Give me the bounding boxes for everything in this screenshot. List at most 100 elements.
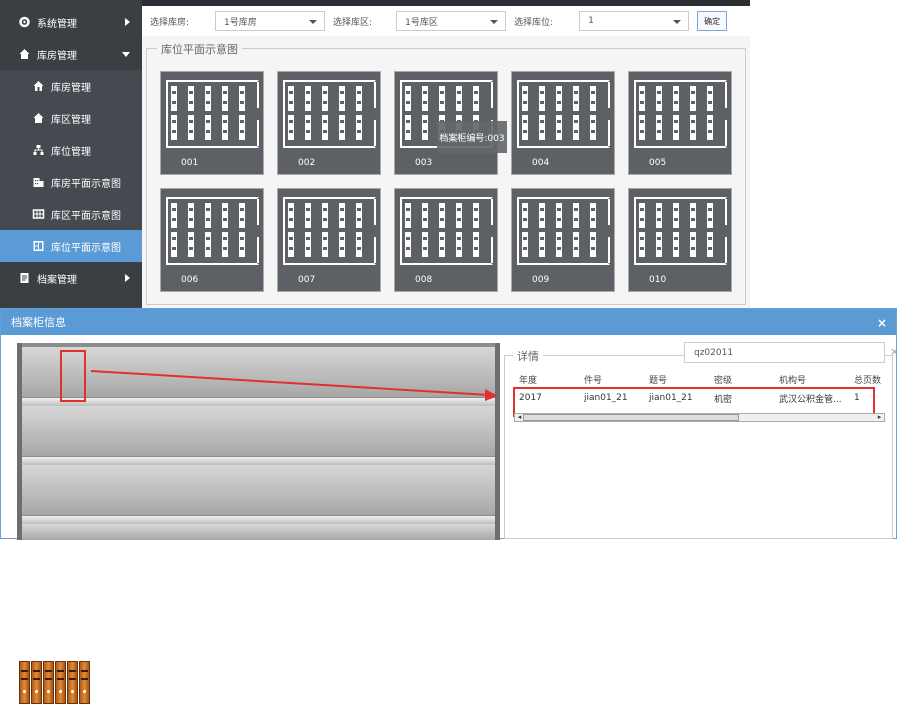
shelf-row — [22, 524, 495, 540]
cabinet-frame — [517, 197, 610, 265]
cabinet-slot — [405, 86, 411, 111]
shelf-row — [22, 347, 495, 397]
cabinet-slot — [356, 232, 362, 257]
area-select-value: 1号库区 — [405, 17, 438, 28]
slot-select[interactable]: 1 — [579, 11, 690, 31]
detail-legend: 详情 — [513, 348, 543, 364]
binder-icon[interactable] — [19, 661, 30, 704]
sidebar-item-archive[interactable]: 档案管理 — [0, 262, 142, 294]
cabinet-tile[interactable]: 010 — [628, 188, 732, 292]
cabinet-frame — [517, 80, 610, 148]
sidebar-item-slot[interactable]: 库位管理 — [0, 134, 142, 166]
cabinet-tile[interactable]: 007 — [277, 188, 381, 292]
sidebar-item-slot-map[interactable]: 库位平面示意图 — [0, 230, 142, 262]
dialog-header: 档案柜信息 — [1, 309, 896, 335]
gear-icon — [19, 16, 30, 28]
cabinet-slot — [473, 203, 479, 228]
cabinet-slot — [690, 203, 696, 228]
area-select[interactable]: 1号库区 — [396, 11, 507, 31]
cabinet-slot — [188, 232, 194, 257]
cabinet-number: 005 — [649, 158, 667, 168]
confirm-button[interactable]: 确定 — [697, 11, 728, 31]
cabinet-tile[interactable]: 004 — [511, 71, 615, 175]
table-header-row: 年度 件号 题号 密级 机构号 总页数 — [514, 372, 885, 386]
cabinet-slot — [690, 86, 696, 111]
binder-icon[interactable] — [67, 661, 78, 704]
cabinet-slot — [322, 86, 328, 111]
cabinet-number: 010 — [649, 275, 667, 285]
layout-icon — [33, 241, 44, 251]
cabinet-slot — [356, 203, 362, 228]
cabinet-slot — [573, 115, 579, 140]
cabinet-shelf-view — [17, 343, 500, 540]
cabinet-slot — [590, 232, 596, 257]
cabinet-slot — [322, 232, 328, 257]
cabinet-slot — [473, 232, 479, 257]
binder-icon[interactable] — [43, 661, 54, 704]
chevron-right-icon — [125, 274, 130, 282]
cabinet-tile[interactable]: 005 — [628, 71, 732, 175]
column-header[interactable]: 件号 — [579, 372, 644, 386]
cabinet-tile[interactable]: 006 — [160, 188, 264, 292]
cabinet-number: 003 — [415, 158, 433, 168]
cabinet-slot — [288, 86, 294, 111]
cabinet-slot — [339, 232, 345, 257]
clear-icon[interactable]: × — [890, 345, 897, 358]
column-header[interactable]: 年度 — [514, 372, 579, 386]
cabinet-slot — [522, 203, 528, 228]
cabinet-slot — [239, 203, 245, 228]
home-icon — [33, 81, 44, 91]
cabinet-slot — [590, 115, 596, 140]
sidebar-item-area[interactable]: 库区管理 — [0, 102, 142, 134]
column-header[interactable]: 总页数 — [849, 372, 885, 386]
cabinet-slot — [473, 86, 479, 111]
cabinet-slot — [356, 115, 362, 140]
scroll-right-icon[interactable]: ▸ — [875, 414, 884, 421]
binder-icon[interactable] — [31, 661, 42, 704]
cabinet-slot — [222, 203, 228, 228]
cabinet-number: 007 — [298, 275, 316, 285]
chevron-down-icon — [673, 20, 682, 24]
sidebar-item-system[interactable]: 系统管理 — [0, 6, 142, 38]
shelf-row — [22, 465, 495, 515]
cabinet-slot — [690, 115, 696, 140]
sidebar-item-label: 库位平面示意图 — [51, 242, 121, 254]
cabinet-slot — [556, 86, 562, 111]
binder-icon[interactable] — [79, 661, 90, 704]
cabinet-tile[interactable]: 009 — [511, 188, 615, 292]
sidebar-item-warehouse[interactable]: 库房管理 — [0, 70, 142, 102]
close-icon[interactable]: × — [877, 316, 887, 330]
area-select-label: 选择库区: — [333, 17, 373, 28]
chevron-down-icon — [490, 20, 499, 24]
cabinet-slot — [339, 86, 345, 111]
sidebar-item-label: 库区管理 — [51, 114, 91, 126]
column-header[interactable]: 题号 — [644, 372, 709, 386]
cabinet-slot — [422, 115, 428, 140]
horizontal-scrollbar[interactable]: ◂ ▸ — [514, 413, 885, 422]
cabinet-tile[interactable]: 001 — [160, 71, 264, 175]
sidebar-item-label: 库区平面示意图 — [51, 210, 121, 222]
binder-icon[interactable] — [55, 661, 66, 704]
cabinet-slot — [188, 115, 194, 140]
warehouse-select[interactable]: 1号库房 — [215, 11, 326, 31]
search-input[interactable]: qz02011 — [684, 342, 885, 363]
sidebar-item-warehouse-map[interactable]: 库房平面示意图 — [0, 166, 142, 198]
cabinet-slot — [522, 115, 528, 140]
sidebar-item-area-map[interactable]: 库区平面示意图 — [0, 198, 142, 230]
cabinet-tile[interactable]: 008 — [394, 188, 498, 292]
column-header[interactable]: 机构号 — [774, 372, 849, 386]
sidebar: 系统管理 库房管理 库房管理 库区管理 库位管理 库房平面示意图 库区平面示意图… — [0, 0, 142, 308]
scrollbar-thumb[interactable] — [523, 414, 739, 421]
sitemap-icon — [33, 145, 44, 155]
cabinet-slot — [522, 86, 528, 111]
column-header[interactable]: 密级 — [709, 372, 774, 386]
cabinet-slot — [456, 203, 462, 228]
cabinet-slot — [288, 203, 294, 228]
cabinet-slot — [422, 203, 428, 228]
cabinet-slot — [188, 86, 194, 111]
cabinet-tile[interactable]: 002 — [277, 71, 381, 175]
cabinet-slot — [205, 86, 211, 111]
slot-select-value: 1 — [588, 16, 594, 26]
cabinet-slot — [339, 115, 345, 140]
sidebar-item-warehouse-group[interactable]: 库房管理 — [0, 38, 142, 70]
